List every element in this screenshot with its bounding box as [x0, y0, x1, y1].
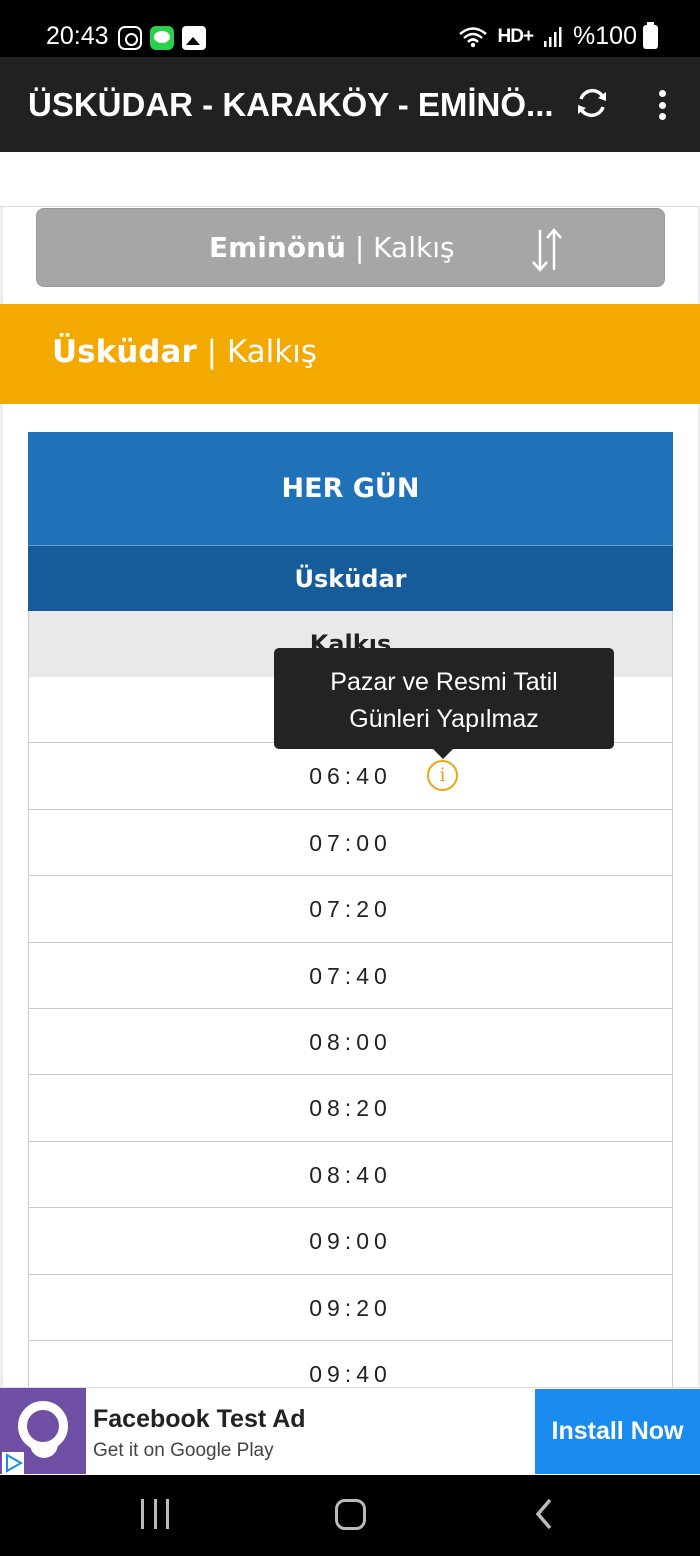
refresh-icon[interactable] [573, 84, 611, 122]
wifi-icon [458, 26, 488, 48]
banner-label: Üsküdar | Kalkış [52, 334, 317, 370]
system-status: HD+ %100 [458, 21, 658, 51]
station-banner: Üsküdar | Kalkış [0, 304, 700, 404]
tooltip-line2: Günleri Yapılmaz [349, 705, 539, 733]
table-row: 07:00 [28, 809, 673, 877]
ad-subtitle: Get it on Google Play [93, 1440, 274, 1461]
table-row: 08:00 [28, 1008, 673, 1076]
gallery-icon [182, 26, 206, 50]
tooltip-line1: Pazar ve Resmi Tatil [330, 668, 558, 696]
table-row: 07:20 [28, 876, 673, 943]
swap-vertical-icon [529, 226, 565, 274]
direction-toggle-button[interactable]: Eminönü | Kalkış [36, 208, 665, 287]
toggle-label: Eminönü | Kalkış [209, 231, 455, 264]
banner-station: Üsküdar [52, 334, 197, 370]
install-now-button[interactable]: Install Now [535, 1389, 700, 1474]
departure-time: 07:20 [309, 896, 392, 923]
toggle-type: Kalkış [373, 231, 455, 264]
notification-icons [118, 26, 206, 50]
network-type: HD+ [497, 25, 535, 47]
table-row: 06:40 i [28, 743, 673, 810]
ad-title: Facebook Test Ad [93, 1405, 306, 1433]
departure-time: 09:00 [309, 1228, 392, 1255]
ad-banner[interactable]: Facebook Test Ad Get it on Google Play I… [0, 1387, 700, 1475]
page-title: ÜSKÜDAR - KARAKÖY - EMİNÖ... [28, 86, 554, 123]
departure-time: 09:40 [309, 1360, 392, 1387]
home-icon[interactable] [335, 1499, 366, 1530]
status-time: 20:43 [46, 22, 109, 50]
departure-time: 07:00 [309, 829, 392, 856]
schedule-table: HER GÜN Üsküdar Kalkış 06:2006:40i07:000… [28, 432, 673, 1408]
banner-type: Kalkış [226, 334, 317, 370]
day-header: HER GÜN [28, 432, 673, 545]
more-vert-icon[interactable] [646, 87, 678, 123]
station-header: Üsküdar [28, 545, 673, 611]
header-divider [0, 206, 700, 207]
departure-time: 06:40 [309, 763, 392, 790]
departure-time: 08:20 [309, 1095, 392, 1122]
info-tooltip: Pazar ve Resmi Tatil Günleri Yapılmaz [274, 648, 614, 759]
messages-icon [150, 26, 174, 50]
battery-text: %100 [573, 22, 637, 50]
table-row: 07:40 [28, 942, 673, 1009]
instagram-icon [118, 26, 142, 50]
signal-icon [543, 26, 563, 47]
status-bar: 20:43 HD+ %100 [0, 0, 700, 57]
app-bar: ÜSKÜDAR - KARAKÖY - EMİNÖ... [0, 57, 700, 152]
departure-time: 09:20 [309, 1294, 392, 1321]
table-row: 09:00 [28, 1208, 673, 1275]
departure-time: 07:40 [309, 962, 392, 989]
toggle-station: Eminönü [209, 231, 346, 264]
recents-icon[interactable] [141, 1499, 169, 1529]
table-body: 06:2006:40i07:0007:2007:4008:0008:2008:4… [28, 677, 673, 1408]
back-icon[interactable] [530, 1497, 560, 1531]
departure-time: 08:40 [309, 1161, 392, 1188]
table-row: 08:40 [28, 1141, 673, 1209]
departure-time: 08:00 [309, 1028, 392, 1055]
navigation-bar [0, 1475, 700, 1556]
table-row: 09:20 [28, 1274, 673, 1341]
toggle-separator: | [345, 231, 374, 264]
adchoices-icon[interactable] [2, 1452, 24, 1474]
battery-icon [643, 21, 658, 49]
banner-separator: | [196, 334, 227, 370]
table-row: 08:20 [28, 1075, 673, 1142]
